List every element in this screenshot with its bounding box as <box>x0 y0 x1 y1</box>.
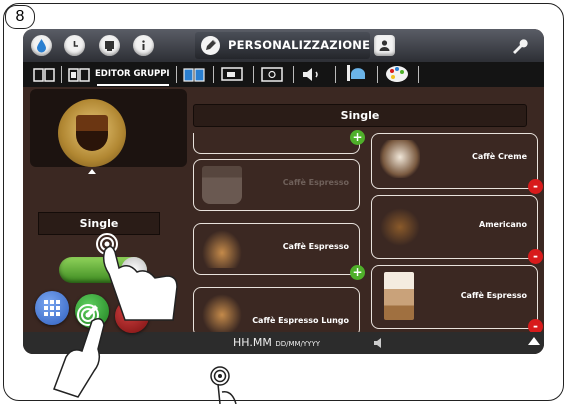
image-icon[interactable] <box>261 67 283 82</box>
display-icon[interactable] <box>221 67 243 82</box>
americano-cup-image <box>380 208 420 246</box>
clock-time: HH.MM <box>233 336 272 349</box>
pencil-icon <box>201 36 220 55</box>
separator <box>293 66 294 83</box>
creme-cup-image <box>380 140 420 178</box>
drink-name: Caffè Creme <box>472 152 527 161</box>
recipe-book-icon[interactable] <box>183 67 205 82</box>
top-toolbar: PERSONALIZZAZIONE <box>23 29 544 62</box>
lungo-cup-image <box>202 294 242 332</box>
group-title: Single <box>193 104 527 127</box>
energy-saving-icon[interactable] <box>345 64 369 84</box>
info-icon[interactable] <box>133 35 154 56</box>
selected-drink-panel <box>30 89 187 174</box>
drink-name: Caffè Espresso Lungo <box>252 316 349 325</box>
tab-editor-gruppi[interactable]: EDITOR GRUPPI <box>95 69 170 79</box>
caret-up-icon <box>88 169 96 174</box>
water-drop-icon[interactable] <box>31 35 52 56</box>
separator <box>335 66 336 83</box>
add-badge-icon[interactable]: + <box>350 130 365 145</box>
tab-personalizzazione[interactable]: PERSONALIZZAZIONE <box>195 32 370 59</box>
drink-card[interactable]: Caffè Espresso + <box>193 223 365 280</box>
espresso-cup-image <box>58 99 126 167</box>
drink-name: Caffè Espresso <box>460 291 527 300</box>
machine-icon[interactable] <box>99 35 120 56</box>
separator <box>377 66 378 83</box>
secondary-toolbar: EDITOR GRUPPI <box>23 62 544 87</box>
chevron-up-icon[interactable] <box>528 337 540 345</box>
group-book-icon[interactable] <box>68 67 90 82</box>
drink-card[interactable]: Caffè Espresso Lungo <box>193 287 360 337</box>
clock-readout: HH.MM DD/MM/YYYY <box>233 336 320 349</box>
separator <box>213 66 214 83</box>
volume-icon[interactable] <box>301 67 325 82</box>
drink-card-partial[interactable]: + <box>193 130 365 154</box>
latte-glass-image <box>384 272 414 320</box>
separator <box>176 66 177 83</box>
drink-card[interactable]: Caffè Espresso - <box>371 265 543 334</box>
hand-pointer-icon <box>53 304 105 398</box>
clock-date: DD/MM/YYYY <box>275 340 321 348</box>
step-number-badge: 8 <box>5 5 35 29</box>
hand-pointer-icon <box>210 366 237 404</box>
wrench-icon[interactable] <box>509 36 529 60</box>
add-badge-icon[interactable]: + <box>350 265 365 280</box>
separator <box>253 66 254 83</box>
remove-badge-icon[interactable]: - <box>528 179 543 194</box>
drink-card[interactable]: Caffè Espresso <box>193 159 360 211</box>
drink-name: Caffè Espresso <box>282 178 349 187</box>
drink-card[interactable]: Caffè Creme - <box>371 133 543 194</box>
tab-personalizzazione-label: PERSONALIZZAZIONE <box>228 38 371 52</box>
espresso-cups-image <box>202 230 242 268</box>
palette-icon[interactable] <box>385 65 409 83</box>
drink-card[interactable]: Americano - <box>371 195 543 264</box>
remove-badge-icon[interactable]: - <box>528 249 543 264</box>
active-tab-underline <box>97 84 169 86</box>
clock-icon[interactable] <box>64 35 85 56</box>
user-icon[interactable] <box>374 35 395 56</box>
book-icon[interactable] <box>33 67 55 82</box>
speaker-icon[interactable] <box>373 338 385 348</box>
glass-cup-image <box>202 166 242 204</box>
espresso-glass <box>76 115 108 151</box>
separator <box>61 66 62 83</box>
drink-name: Caffè Espresso <box>282 242 349 251</box>
drink-name: Americano <box>479 220 527 229</box>
separator <box>418 66 419 83</box>
